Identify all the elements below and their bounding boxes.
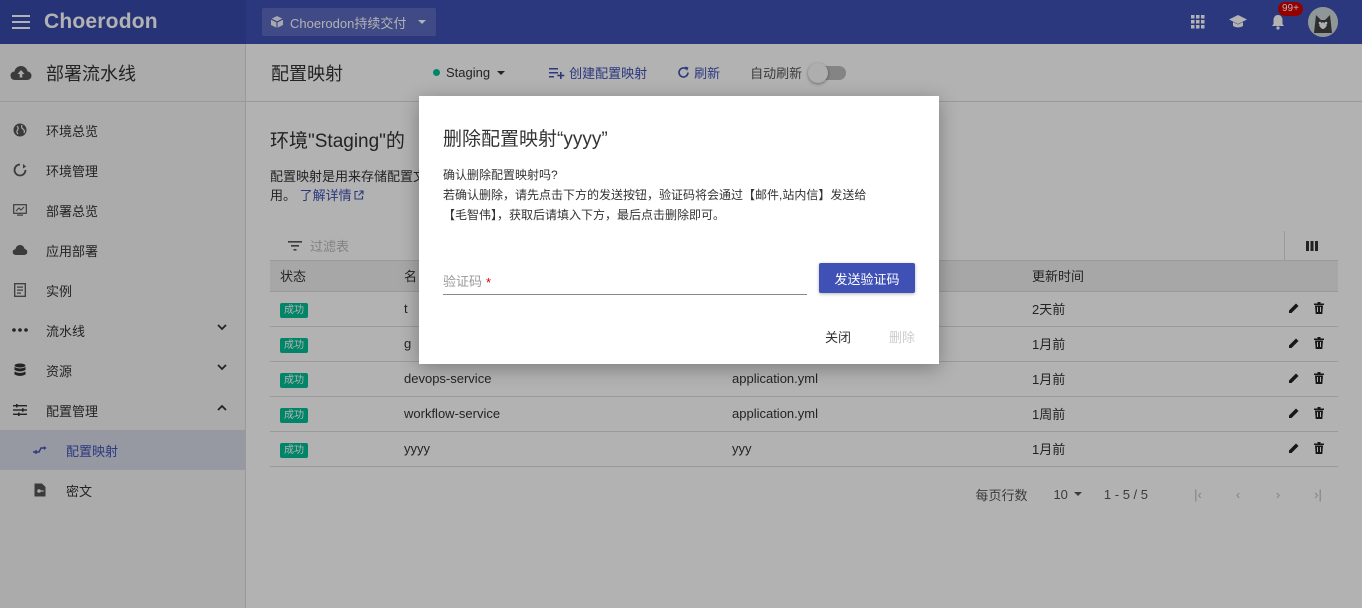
delete-configmap-dialog: 删除配置映射“yyyy” 确认删除配置映射吗? 若确认删除，请先点击下方的发送按…	[419, 96, 939, 364]
delete-button[interactable]: 删除	[889, 327, 915, 346]
close-button[interactable]: 关闭	[825, 327, 851, 346]
dialog-body: 确认删除配置映射吗? 若确认删除，请先点击下方的发送按钮，验证码将会通过【邮件,…	[443, 168, 867, 222]
send-code-button[interactable]: 发送验证码	[819, 263, 915, 293]
dialog-title: 删除配置映射“yyyy”	[443, 129, 608, 150]
verification-code-input[interactable]: 验证码 *	[443, 267, 807, 295]
required-mark: *	[486, 275, 492, 290]
